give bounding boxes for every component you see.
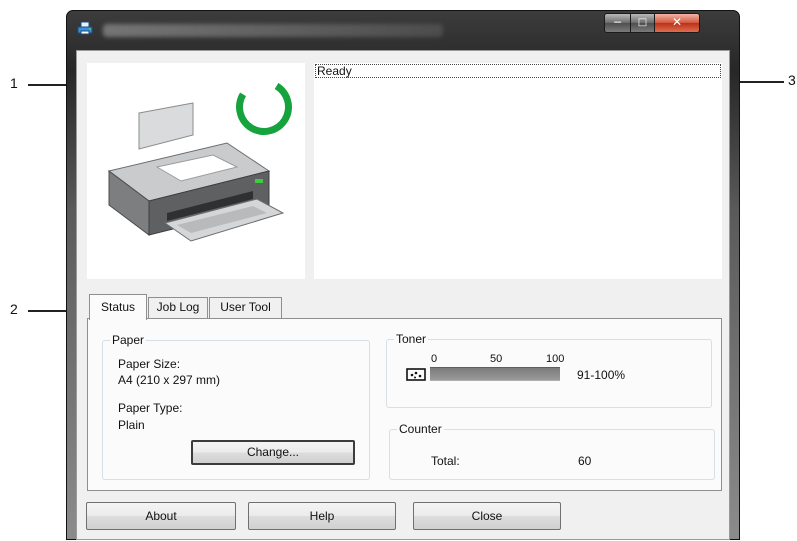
callout-number-2: 2: [10, 301, 18, 317]
minimize-button[interactable]: ─: [604, 13, 631, 33]
close-icon: ✕: [671, 15, 683, 29]
counter-group-label: Counter: [397, 422, 444, 436]
maximize-button[interactable]: □: [630, 13, 655, 33]
close-button[interactable]: Close: [413, 502, 561, 530]
paper-size-value: A4 (210 x 297 mm): [118, 373, 221, 387]
tab-job-log[interactable]: Job Log: [148, 297, 208, 318]
toner-level-bar: [430, 367, 560, 381]
paper-group-label: Paper: [110, 333, 147, 347]
paper-type-value: Plain: [118, 418, 145, 432]
help-button[interactable]: Help: [248, 502, 396, 530]
toner-scale-tick-50: 50: [490, 353, 503, 365]
status-message: Ready: [315, 64, 721, 78]
maximize-icon: □: [637, 17, 648, 28]
about-button[interactable]: About: [86, 502, 236, 530]
toner-scale-tick-0: 0: [431, 353, 438, 365]
tab-status[interactable]: Status: [89, 294, 147, 320]
callout-number-3: 3: [788, 72, 796, 88]
toner-cartridge-icon: [406, 368, 426, 381]
counter-total-label: Total:: [431, 454, 460, 468]
paper-size-label: Paper Size:: [118, 357, 181, 371]
paper-type-label: Paper Type:: [118, 401, 183, 415]
toner-group-label: Toner: [394, 332, 429, 346]
printer-app-icon: [77, 21, 93, 35]
counter-total-value: 60: [578, 454, 592, 468]
status-message-panel: Ready: [314, 63, 722, 279]
window-title-blurred: [103, 24, 443, 37]
tab-user-tool[interactable]: User Tool: [209, 297, 282, 318]
minimize-icon: ─: [614, 16, 621, 29]
toner-level-text: 91-100%: [577, 368, 626, 382]
toner-scale-tick-100: 100: [546, 353, 565, 365]
toner-level-fill: [430, 368, 560, 380]
close-window-button[interactable]: ✕: [654, 13, 700, 33]
change-paper-button[interactable]: Change...: [191, 440, 355, 465]
callout-number-1: 1: [10, 75, 18, 91]
